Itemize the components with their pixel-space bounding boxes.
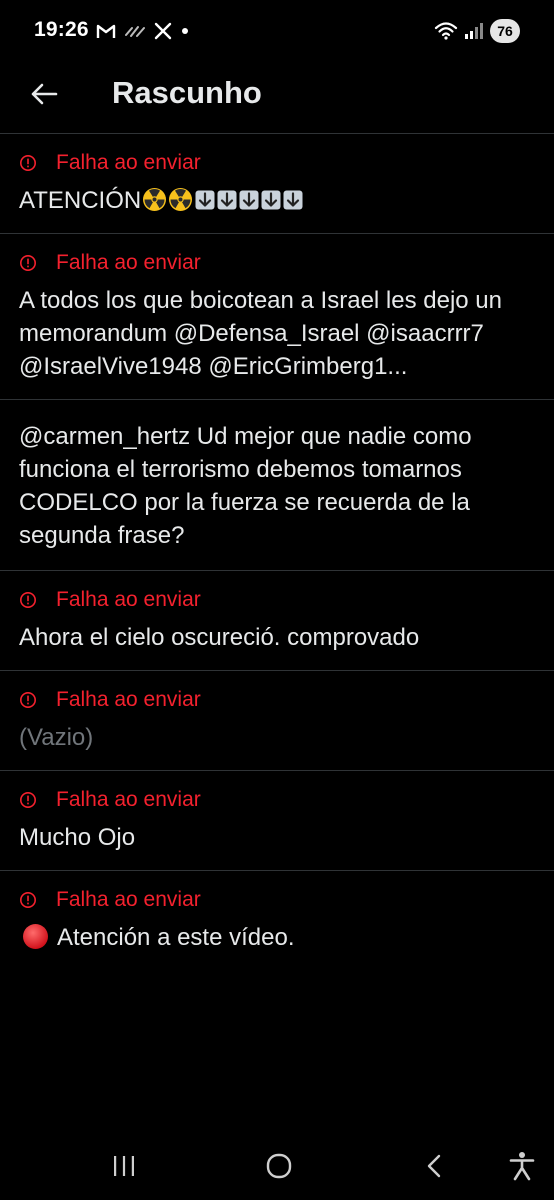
draft-item[interactable]: Falha ao enviar (Vazio) <box>0 671 554 771</box>
home-button[interactable] <box>261 1148 297 1184</box>
recent-apps-button[interactable] <box>106 1148 142 1184</box>
down-arrow-emoji-icon <box>283 190 303 210</box>
alert-circle-icon <box>20 792 36 808</box>
draft-text-empty: (Vazio) <box>19 724 94 751</box>
alert-circle-icon <box>20 255 36 271</box>
radiation-emoji-icon <box>143 188 167 211</box>
draft-text: A todos los que boicotean a Israel les d… <box>19 287 502 380</box>
draft-text: @carmen_hertz Ud mejor que nadie como fu… <box>19 423 472 549</box>
back-button[interactable] <box>26 76 62 112</box>
down-arrow-emoji-icon <box>261 190 281 210</box>
page-title: Rascunho <box>112 75 262 110</box>
down-arrow-emoji-icon <box>195 190 215 210</box>
status-time: 19:26 <box>34 18 89 41</box>
accessibility-icon <box>509 1152 535 1181</box>
arrow-left-icon <box>31 83 58 105</box>
system-icons: 76 <box>434 18 520 44</box>
draft-text-content: Atención a este vídeo. <box>57 924 295 951</box>
wifi-icon <box>434 22 458 40</box>
draft-text: Ahora el cielo oscureció. comprovado <box>19 624 420 651</box>
back-nav-icon <box>427 1154 441 1178</box>
draft-text: Mucho Ojo <box>19 824 136 851</box>
cell-signal-icon <box>465 23 483 39</box>
send-failed-status: Falha ao enviar <box>19 685 536 715</box>
send-failed-label: Falha ao enviar <box>56 688 201 711</box>
alert-circle-icon <box>20 592 36 608</box>
send-failed-label: Falha ao enviar <box>56 588 201 611</box>
down-arrow-emoji-icon <box>217 190 237 210</box>
send-failed-label: Falha ao enviar <box>56 251 201 274</box>
app-header: Rascunho <box>0 62 554 134</box>
send-failed-label: Falha ao enviar <box>56 151 201 174</box>
home-icon <box>266 1153 292 1179</box>
red-circle-emoji-icon <box>23 924 48 949</box>
send-failed-label: Falha ao enviar <box>56 888 201 911</box>
notification-icons <box>96 19 190 43</box>
draft-item[interactable]: Falha ao enviar Mucho Ojo <box>0 771 554 871</box>
down-arrow-emoji-icon <box>239 190 259 210</box>
send-failed-label: Falha ao enviar <box>56 788 201 811</box>
send-failed-status: Falha ao enviar <box>19 785 536 815</box>
draft-item[interactable]: Falha ao enviar ATENCIÓN <box>0 134 554 234</box>
draft-text: Atención a este vídeo. <box>19 921 536 954</box>
draft-item[interactable]: Falha ao enviar A todos los que boicotea… <box>0 234 554 400</box>
accessibility-button[interactable] <box>504 1148 540 1184</box>
draft-list: Falha ao enviar ATENCIÓN Falha ao enviar… <box>0 134 554 970</box>
gmail-icon <box>96 24 116 38</box>
alert-circle-icon <box>20 155 36 171</box>
draft-item[interactable]: Falha ao enviar Ahora el cielo oscureció… <box>0 571 554 671</box>
draft-text-content: ATENCIÓN <box>19 187 142 214</box>
radiation-emoji-icon <box>169 188 193 211</box>
send-failed-status: Falha ao enviar <box>19 248 536 278</box>
draft-text: ATENCIÓN <box>19 184 536 217</box>
alert-circle-icon <box>20 892 36 908</box>
send-failed-status: Falha ao enviar <box>19 585 536 615</box>
alert-circle-icon <box>20 692 36 708</box>
send-failed-status: Falha ao enviar <box>19 148 536 178</box>
battery-icon: 76 <box>490 19 520 43</box>
recent-apps-icon <box>114 1156 134 1176</box>
system-nav-bar <box>0 1132 554 1200</box>
signal-strength-icon <box>125 26 145 37</box>
x-logo-icon <box>154 22 172 40</box>
send-failed-status: Falha ao enviar <box>19 885 536 915</box>
back-nav-button[interactable] <box>416 1148 452 1184</box>
dot-icon <box>182 28 188 34</box>
status-bar: 19:26 76 <box>0 0 554 62</box>
draft-item[interactable]: Falha ao enviar Atención a este vídeo. <box>0 871 554 970</box>
draft-item[interactable]: @carmen_hertz Ud mejor que nadie como fu… <box>0 400 554 571</box>
